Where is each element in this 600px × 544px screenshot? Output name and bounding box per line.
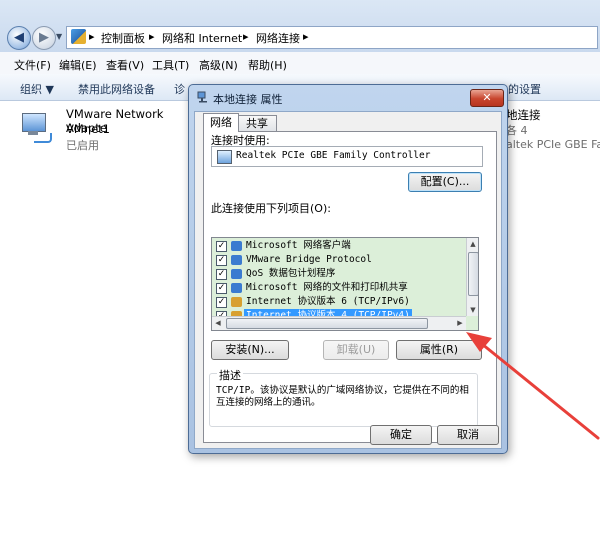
tab-network[interactable]: 网络 [203,113,239,132]
annotation-arrow-icon [466,332,600,440]
